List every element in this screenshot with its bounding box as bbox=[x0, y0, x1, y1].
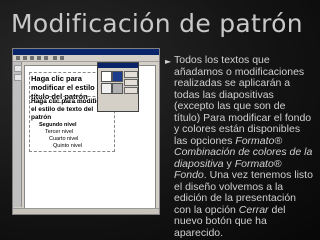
toolbar-icon[interactable] bbox=[23, 56, 27, 60]
slide-thumbnail[interactable] bbox=[14, 65, 22, 72]
dialog-titlebar bbox=[98, 63, 138, 68]
toolbar bbox=[13, 55, 159, 62]
color-swatch[interactable] bbox=[112, 71, 123, 82]
toolbar-icon[interactable] bbox=[60, 56, 64, 60]
body-level-2: Segundo nivel bbox=[39, 122, 77, 128]
slide-thumbnail[interactable] bbox=[14, 74, 22, 81]
bullet-text-part: y bbox=[223, 157, 235, 170]
toolbar-icon[interactable] bbox=[30, 56, 34, 60]
bullet-marker-icon: ► bbox=[165, 57, 172, 66]
slide-thumbnail-pane bbox=[13, 62, 22, 207]
status-bar bbox=[13, 208, 159, 214]
bullet-item: Todos los textos que añadamos o modifica… bbox=[174, 54, 314, 239]
toolbar-icon[interactable] bbox=[37, 56, 41, 60]
body-level-3: Tercer nivel bbox=[45, 129, 74, 135]
toolbar-icon[interactable] bbox=[53, 56, 57, 60]
color-swatch[interactable] bbox=[101, 71, 112, 82]
dialog-button[interactable] bbox=[124, 71, 138, 78]
close-option: Cerrar bbox=[238, 203, 269, 216]
slide-title: Modificación de patrón bbox=[11, 9, 303, 38]
color-scheme-dialog bbox=[97, 62, 139, 112]
bullet-text-part: Todos los textos que añadamos o modifica… bbox=[174, 54, 312, 147]
bullet-list: ► Todos los textos que añadamos o modifi… bbox=[165, 54, 314, 239]
dialog-button[interactable] bbox=[124, 79, 138, 86]
body-level-4: Cuarto nivel bbox=[49, 136, 79, 142]
embedded-screenshot: Haga clic para modificar el estilo de tí… bbox=[12, 48, 160, 215]
toolbar-icon[interactable] bbox=[44, 56, 48, 60]
body-level-5: Quinto nivel bbox=[53, 143, 83, 149]
color-swatch[interactable] bbox=[112, 83, 123, 94]
toolbar-icon[interactable] bbox=[16, 56, 20, 60]
color-swatch[interactable] bbox=[101, 83, 112, 94]
dialog-button[interactable] bbox=[124, 87, 138, 94]
